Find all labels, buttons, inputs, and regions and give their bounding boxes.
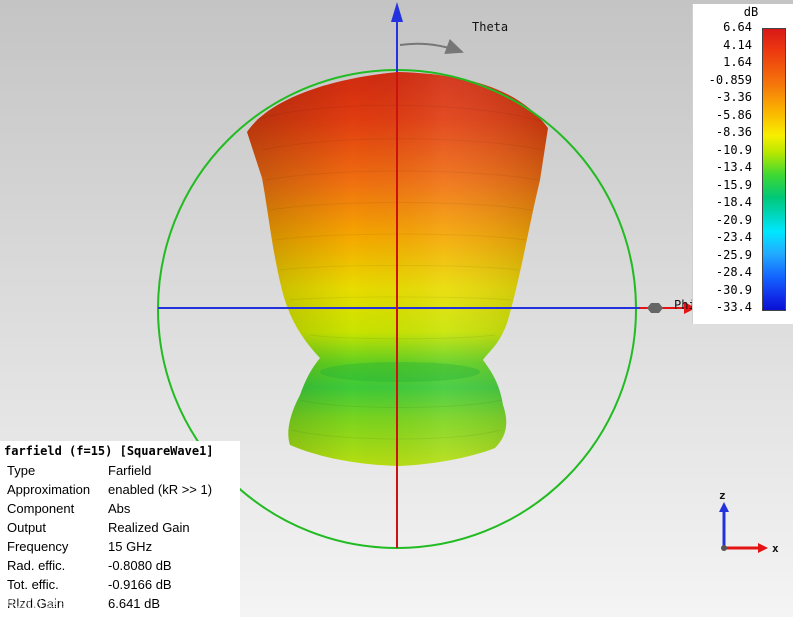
scale-tick-label: -28.4 xyxy=(715,265,752,279)
info-value: Abs xyxy=(108,501,131,516)
triad-x-label: x xyxy=(772,542,779,555)
scale-tick-label: -8.36 xyxy=(715,125,752,139)
info-key: Rad. effic. xyxy=(7,558,66,573)
info-key: Frequency xyxy=(7,539,69,554)
scale-tick-label: 4.14 xyxy=(723,37,752,52)
info-value: Realized Gain xyxy=(108,520,190,535)
scale-tick-label: -30.9 xyxy=(715,282,752,297)
scale-tick-label: -13.4 xyxy=(715,160,752,174)
triad-z-label: z xyxy=(719,489,726,502)
scale-tick-label: -3.36 xyxy=(715,90,752,104)
info-row: Frequency 15 GHz xyxy=(0,539,240,558)
info-value: Farfield xyxy=(108,463,152,478)
scale-unit-label: dB xyxy=(743,5,759,19)
info-row: Output Realized Gain xyxy=(0,520,240,539)
scale-tick-label: -25.9 xyxy=(715,247,752,262)
scale-tick-label: -20.9 xyxy=(715,212,752,227)
theta-axis-arrowhead xyxy=(391,2,403,22)
scale-tick-label: -33.4 xyxy=(715,300,752,314)
scale-tick-label: 1.64 xyxy=(723,55,752,69)
info-key: Component xyxy=(7,501,75,516)
watermark-text: 电磁计算跨境 xyxy=(6,596,85,611)
scale-tick-label: -15.9 xyxy=(715,177,752,192)
info-row: Approximation enabled (kR >> 1) xyxy=(0,482,240,501)
info-value: -0.9166 dB xyxy=(108,577,172,592)
info-key: Output xyxy=(7,520,47,535)
scale-tick-label: -18.4 xyxy=(715,195,752,209)
info-row: Type Farfield xyxy=(0,463,240,482)
scale-tick-label: -23.4 xyxy=(715,230,752,244)
info-value: enabled (kR >> 1) xyxy=(108,482,213,497)
theta-label: Theta xyxy=(472,20,509,34)
info-value: -0.8080 dB xyxy=(108,558,172,573)
phi-handle[interactable] xyxy=(647,303,663,313)
info-row: Rad. effic. -0.8080 dB xyxy=(0,558,240,577)
info-row: Component Abs xyxy=(0,501,240,520)
theta-rotation-arrow xyxy=(399,39,464,55)
info-key: Approximation xyxy=(7,482,91,497)
scale-tick-label: -10.9 xyxy=(715,142,752,157)
colorbar xyxy=(762,28,786,311)
info-key: Tot. effic. xyxy=(7,577,59,592)
farfield-info-panel: farfield (f=15) [SquareWave1] Type Farfie… xyxy=(0,441,240,617)
info-key: Type xyxy=(7,463,36,478)
scale-tick-label: 6.64 xyxy=(723,20,752,34)
scale-tick-label: -0.859 xyxy=(708,72,752,87)
info-value: 6.641 dB xyxy=(108,596,161,611)
info-value: 15 GHz xyxy=(108,539,153,554)
scale-tick-label: -5.86 xyxy=(715,107,752,122)
axis-triad xyxy=(719,502,768,553)
farfield-title: farfield (f=15) [SquareWave1] xyxy=(4,444,214,458)
